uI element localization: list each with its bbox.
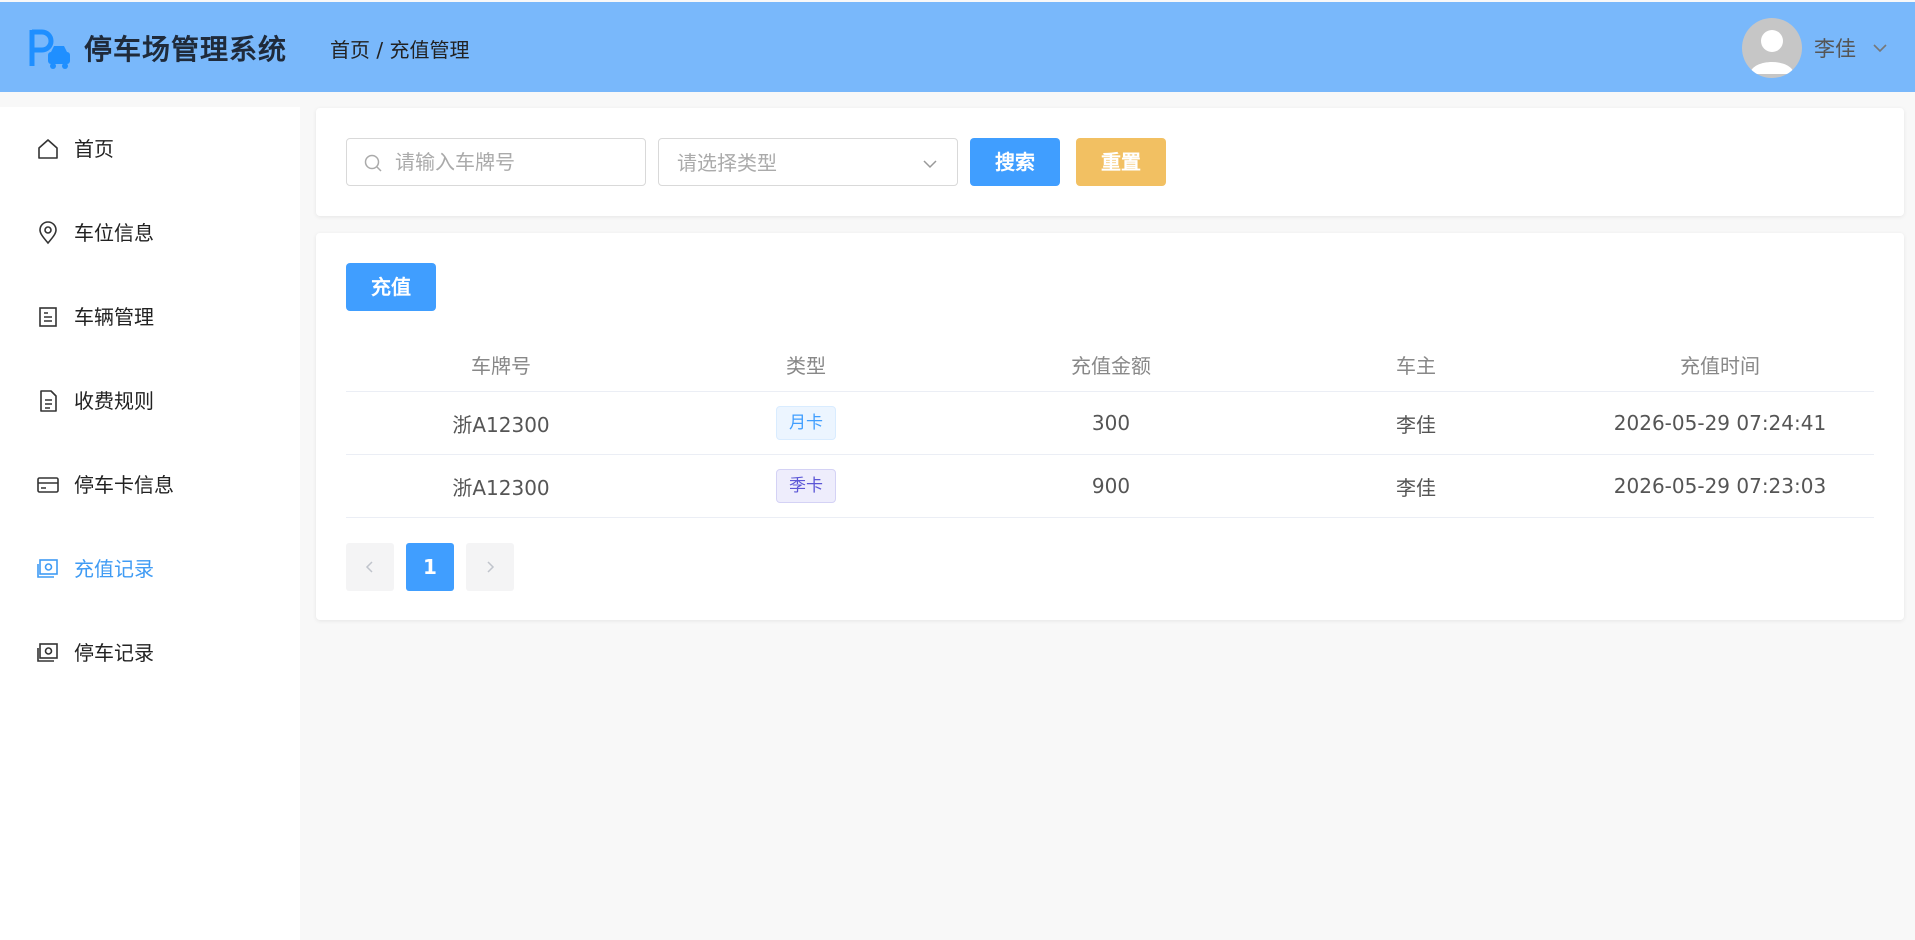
credit-card-icon (37, 477, 59, 493)
sidebar-item-parking-records[interactable]: 停车记录 (0, 611, 300, 695)
money-icon (37, 559, 58, 578)
sidebar-item-home[interactable]: 首页 (0, 107, 300, 191)
column-header: 车牌号 (471, 354, 531, 378)
records-panel: 充值 车牌号 类型 充值金额 车主 充值时间 浙A12300 月卡 300 李佳… (316, 233, 1904, 620)
search-icon (364, 154, 382, 172)
plate-cell: 浙A12300 (452, 412, 550, 437)
home-icon (38, 139, 58, 159)
parking-logo-icon (29, 29, 70, 69)
sidebar-item-label: 充值记录 (74, 557, 154, 581)
recharge-button[interactable]: 充值 (346, 263, 436, 311)
chevron-down-icon[interactable] (1872, 40, 1888, 56)
column-header: 充值金额 (1071, 354, 1151, 378)
type-cell: 季卡 (656, 455, 956, 517)
sidebar: 首页 车位信息 车辆管理 收费规则 停车卡信息 充值记录 停车记录 (0, 107, 300, 940)
amount-cell: 300 (1091, 411, 1131, 435)
table-header: 车牌号 类型 充值金额 车主 充值时间 (346, 338, 1874, 392)
location-pin-icon (39, 221, 57, 245)
sidebar-item-fee-rules[interactable]: 收费规则 (0, 359, 300, 443)
chevron-left-icon (365, 561, 373, 573)
sidebar-item-vehicles[interactable]: 车辆管理 (0, 275, 300, 359)
chevron-right-icon (487, 561, 495, 573)
sidebar-item-label: 首页 (74, 137, 114, 161)
column-header: 充值时间 (1680, 354, 1760, 378)
card-type-tag: 季卡 (776, 469, 836, 503)
sidebar-item-recharge-records[interactable]: 充值记录 (0, 527, 300, 611)
money-icon (37, 643, 58, 662)
time-cell: 2026-05-29 07:23:03 (1613, 474, 1827, 498)
sidebar-item-label: 停车卡信息 (74, 473, 174, 497)
avatar[interactable] (1742, 18, 1802, 78)
plate-cell: 浙A12300 (452, 475, 550, 500)
plate-search-field[interactable] (346, 138, 646, 186)
chevron-down-icon (923, 160, 937, 169)
breadcrumb: 首页 / 充值管理 (330, 38, 470, 62)
plate-search-input[interactable] (395, 147, 635, 177)
table-row: 浙A12300 月卡 300 李佳 2026-05-29 07:24:41 (346, 392, 1874, 455)
prev-page-button[interactable] (346, 543, 394, 591)
type-select-placeholder: 请选择类型 (677, 151, 777, 175)
time-cell: 2026-05-29 07:24:41 (1613, 411, 1827, 435)
search-panel: 请选择类型 搜索 重置 (316, 108, 1904, 216)
amount-cell: 900 (1091, 474, 1131, 498)
search-button[interactable]: 搜索 (970, 138, 1060, 186)
table-row: 浙A12300 季卡 900 李佳 2026-05-29 07:23:03 (346, 455, 1874, 518)
file-text-icon (40, 390, 57, 412)
sidebar-item-parking-spaces[interactable]: 车位信息 (0, 191, 300, 275)
owner-cell: 李佳 (1396, 412, 1436, 437)
recharge-table: 车牌号 类型 充值金额 车主 充值时间 浙A12300 月卡 300 李佳 20… (346, 338, 1874, 518)
type-cell: 月卡 (656, 392, 956, 454)
owner-cell: 李佳 (1396, 475, 1436, 500)
reset-button[interactable]: 重置 (1076, 138, 1166, 186)
app-title: 停车场管理系统 (84, 33, 288, 66)
sidebar-item-parking-cards[interactable]: 停车卡信息 (0, 443, 300, 527)
sidebar-item-label: 收费规则 (74, 389, 154, 413)
sidebar-item-label: 车辆管理 (74, 305, 154, 329)
username[interactable]: 李佳 (1814, 34, 1856, 64)
document-icon (39, 307, 57, 327)
page-number-button[interactable]: 1 (406, 543, 454, 591)
top-header: 停车场管理系统 首页 / 充值管理 李佳 (0, 2, 1915, 92)
card-type-tag: 月卡 (776, 406, 836, 440)
next-page-button[interactable] (466, 543, 514, 591)
column-header: 车主 (1396, 354, 1436, 378)
sidebar-item-label: 停车记录 (74, 641, 154, 665)
column-header: 类型 (786, 354, 826, 378)
type-select[interactable]: 请选择类型 (658, 138, 958, 186)
sidebar-item-label: 车位信息 (74, 221, 154, 245)
user-avatar-icon (1750, 30, 1794, 74)
